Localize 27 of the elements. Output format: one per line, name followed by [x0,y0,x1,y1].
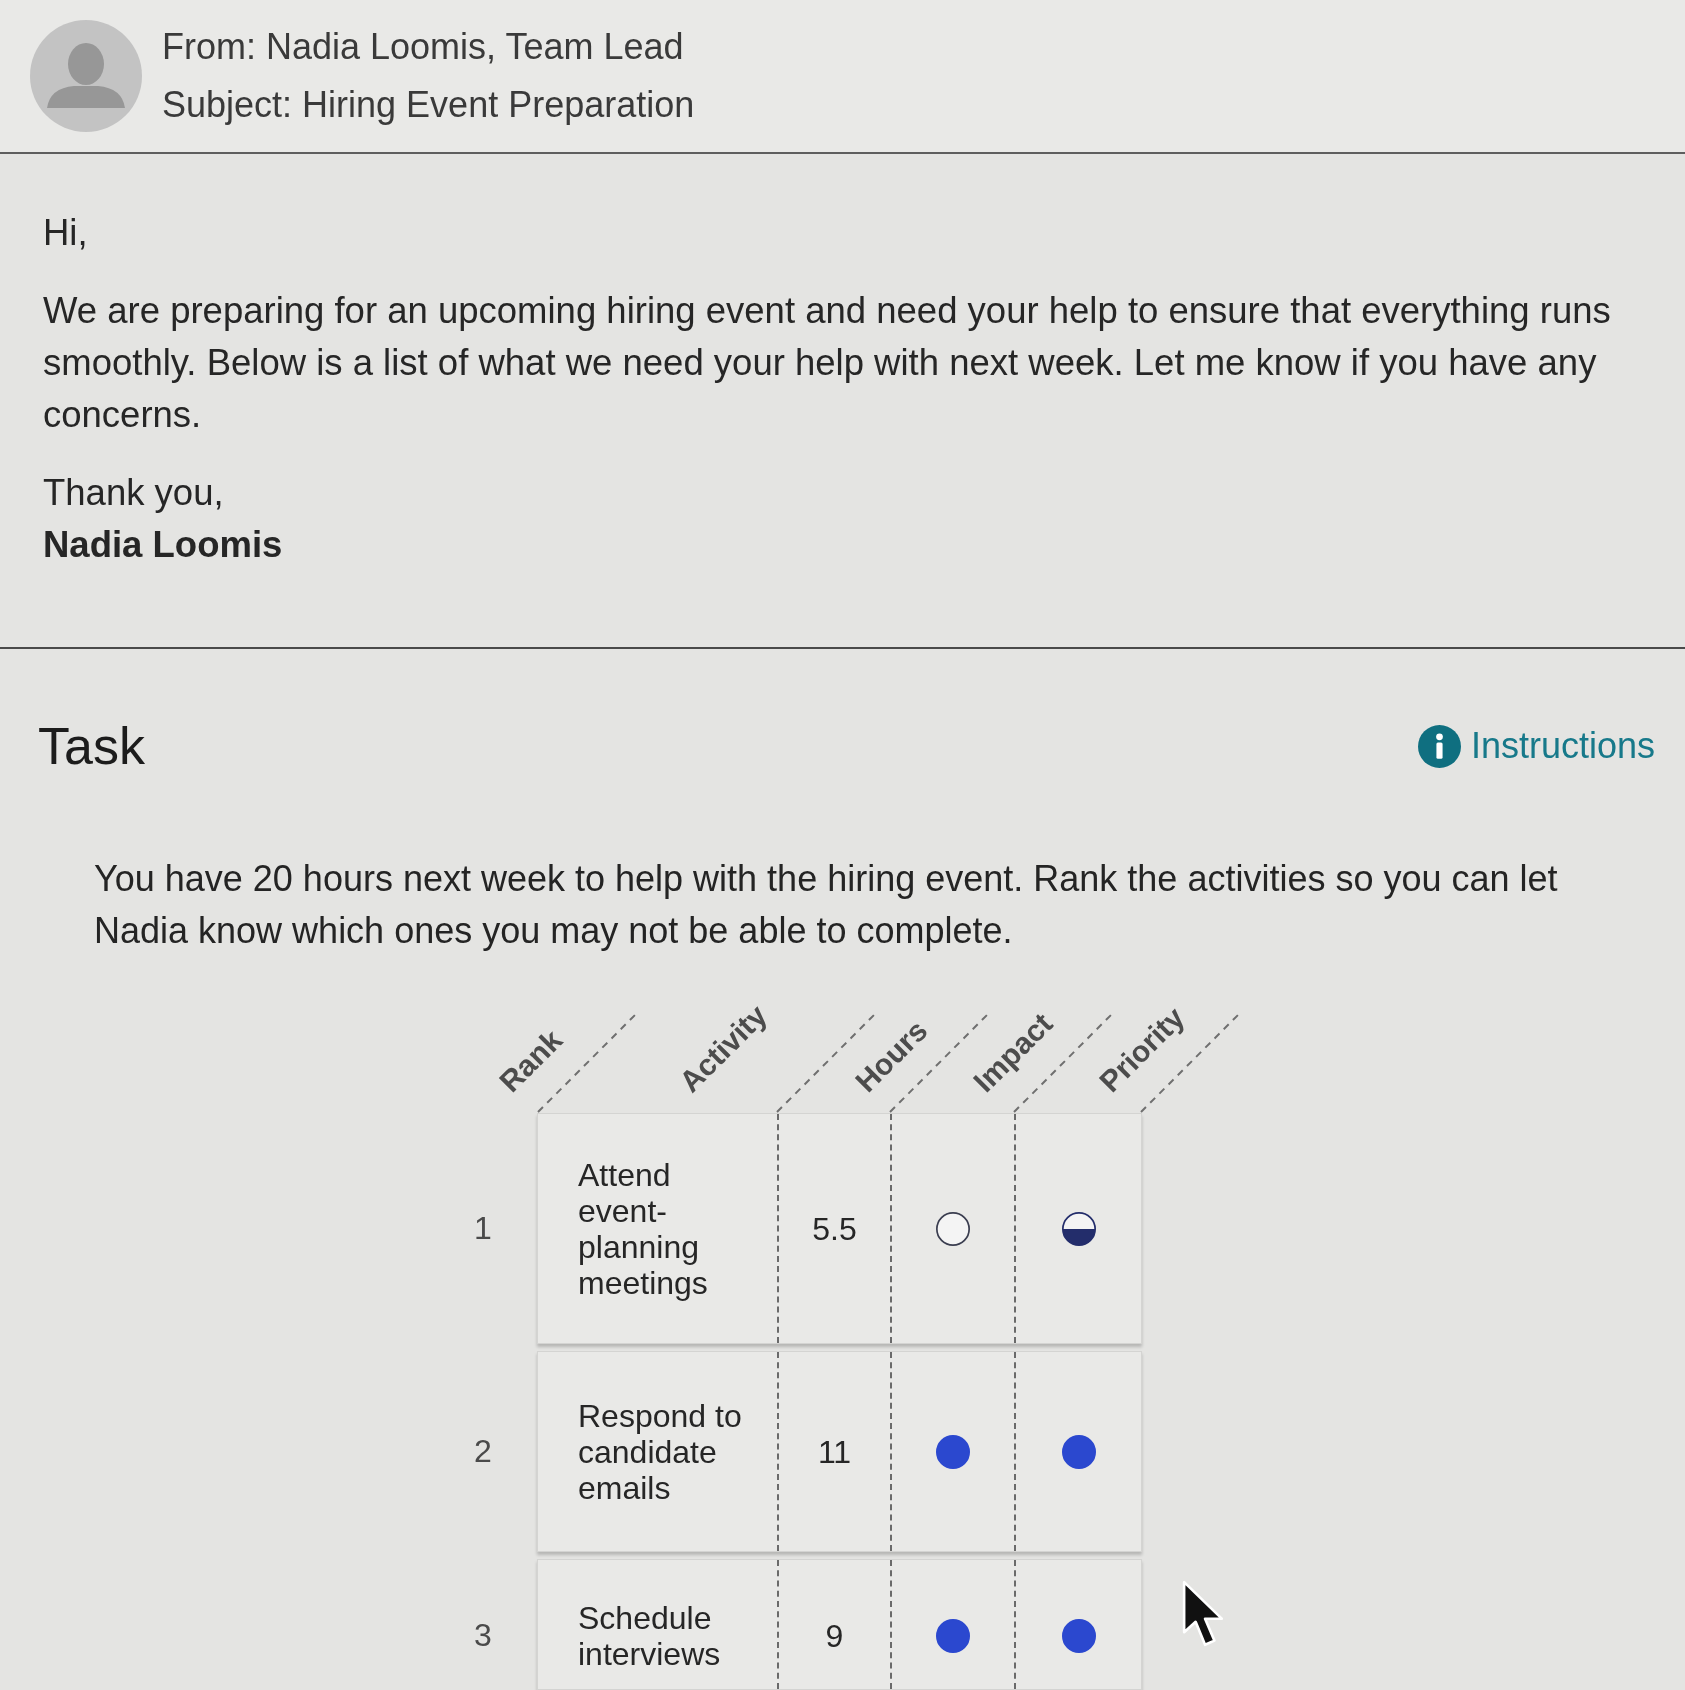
hours-value: 5.5 [812,1210,857,1247]
task-heading: Task [38,716,145,777]
filled-circle-icon [1061,1434,1096,1469]
activity-name: Respond to candidate emails [578,1397,743,1506]
hours-value: 9 [825,1618,844,1654]
greeting-text: Hi, [43,211,89,255]
sender-line: From: Nadia Loomis, Team Lead [162,25,685,69]
closing-text: Thank you, [43,471,225,515]
signature-name: Nadia Loomis [43,523,284,567]
rank-number: 3 [474,1616,492,1654]
subject-line: Subject: Hiring Event Preparation [162,83,695,127]
avatar-icon [30,20,142,132]
rank-number: 1 [474,1210,492,1247]
half-filled-circle-icon [1061,1211,1096,1246]
task-prompt: You have 20 hours next week to help with the hiring event. Rank the activities so you can let Nadia know which ones you may not be able to complete. [94,857,1559,953]
activity-name: Schedule interviews [578,1600,722,1672]
rank-number: 2 [474,1433,492,1470]
filled-circle-icon [936,1434,970,1469]
info-icon [1417,724,1461,768]
filled-circle-icon [936,1619,970,1653]
instructions-link[interactable]: Instructions [1417,724,1655,768]
activity-name: Attend event-planning meetings [578,1156,709,1301]
filled-circle-icon [1061,1619,1096,1653]
empty-circle-icon [936,1211,970,1246]
mouse-pointer-icon [1182,1580,1226,1649]
hours-value: 11 [817,1433,852,1470]
message-paragraph: We are preparing for an upcoming hiring event and need your help to ensure that everything runs smoothly. Below is a list of what we need your help with next week. Let me know if you have any concerns. [43,289,1612,437]
